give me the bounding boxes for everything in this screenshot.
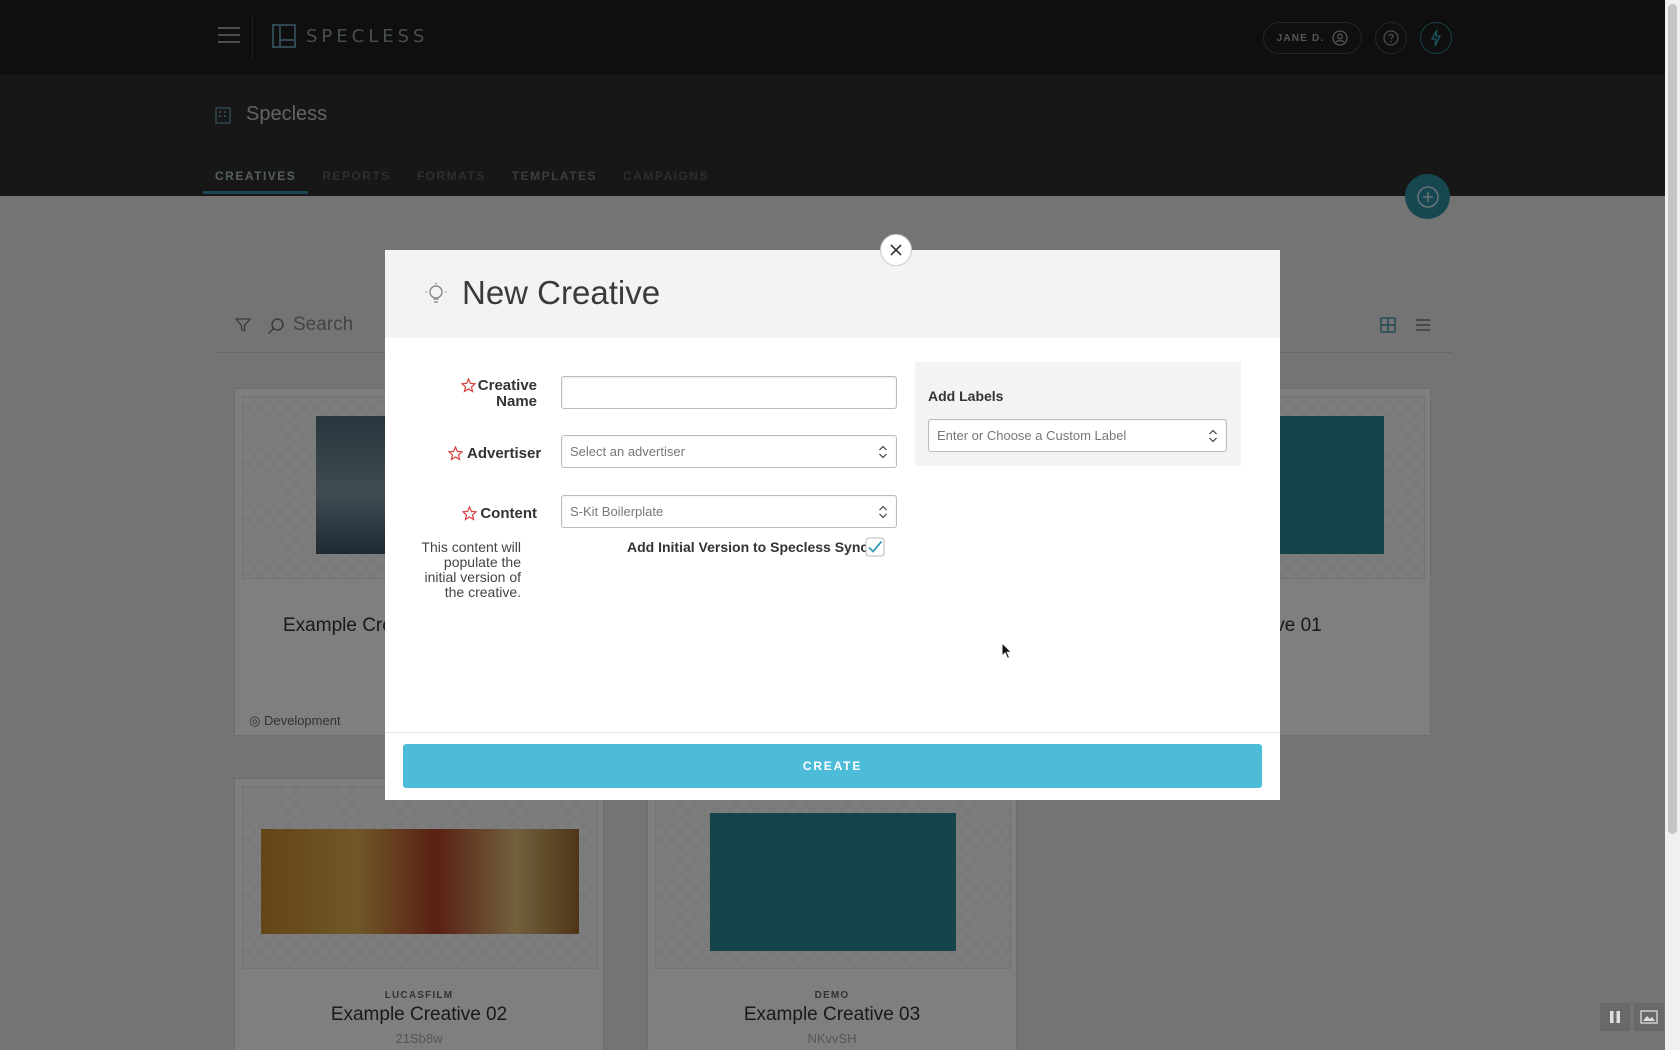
advertiser-placeholder: Select an advertiser: [570, 444, 685, 459]
required-star-icon: [461, 378, 476, 393]
sync-label: Add Initial Version to Specless Sync: [627, 539, 869, 555]
footer-divider: [385, 732, 1280, 733]
picture-in-picture-button[interactable]: [1634, 1003, 1664, 1031]
scrollbar-thumb[interactable]: [1668, 4, 1677, 834]
custom-label-placeholder: Enter or Choose a Custom Label: [937, 428, 1127, 443]
content-label: Content: [480, 505, 537, 522]
create-button[interactable]: CREATE: [403, 744, 1262, 788]
modal-header: New Creative: [385, 250, 1280, 338]
custom-label-select[interactable]: Enter or Choose a Custom Label: [928, 419, 1227, 452]
labels-title: Add Labels: [928, 388, 1004, 404]
content-value: S-Kit Boilerplate: [570, 504, 664, 519]
lightbulb-icon: [425, 282, 447, 303]
creative-name-input[interactable]: [561, 376, 897, 409]
mouse-cursor-icon: [1001, 642, 1013, 660]
modal-title: New Creative: [462, 274, 661, 311]
chevron-up-down-icon: [879, 445, 887, 459]
sync-checkbox[interactable]: [865, 537, 885, 557]
advertiser-label: Advertiser: [467, 445, 542, 462]
close-modal-button[interactable]: [880, 234, 912, 266]
chevron-up-down-icon: [879, 505, 887, 519]
chevron-up-down-icon: [1209, 429, 1217, 443]
pause-button[interactable]: [1600, 1003, 1630, 1031]
creative-name-label: Creative Name: [477, 377, 537, 410]
labels-panel: Add Labels Enter or Choose a Custom Labe…: [915, 362, 1241, 466]
pause-icon: [1610, 1011, 1620, 1023]
content-select[interactable]: S-Kit Boilerplate: [561, 495, 897, 528]
required-star-icon: [448, 446, 463, 461]
picture-icon: [1640, 1010, 1658, 1024]
required-star-icon: [462, 506, 477, 521]
scrollbar[interactable]: [1665, 0, 1680, 1050]
close-icon: [890, 244, 902, 256]
content-help-text: This content will populate the initial v…: [421, 539, 521, 600]
advertiser-select[interactable]: Select an advertiser: [561, 435, 897, 468]
new-creative-modal: New Creative Creative Name Advertiser Se…: [385, 250, 1280, 800]
